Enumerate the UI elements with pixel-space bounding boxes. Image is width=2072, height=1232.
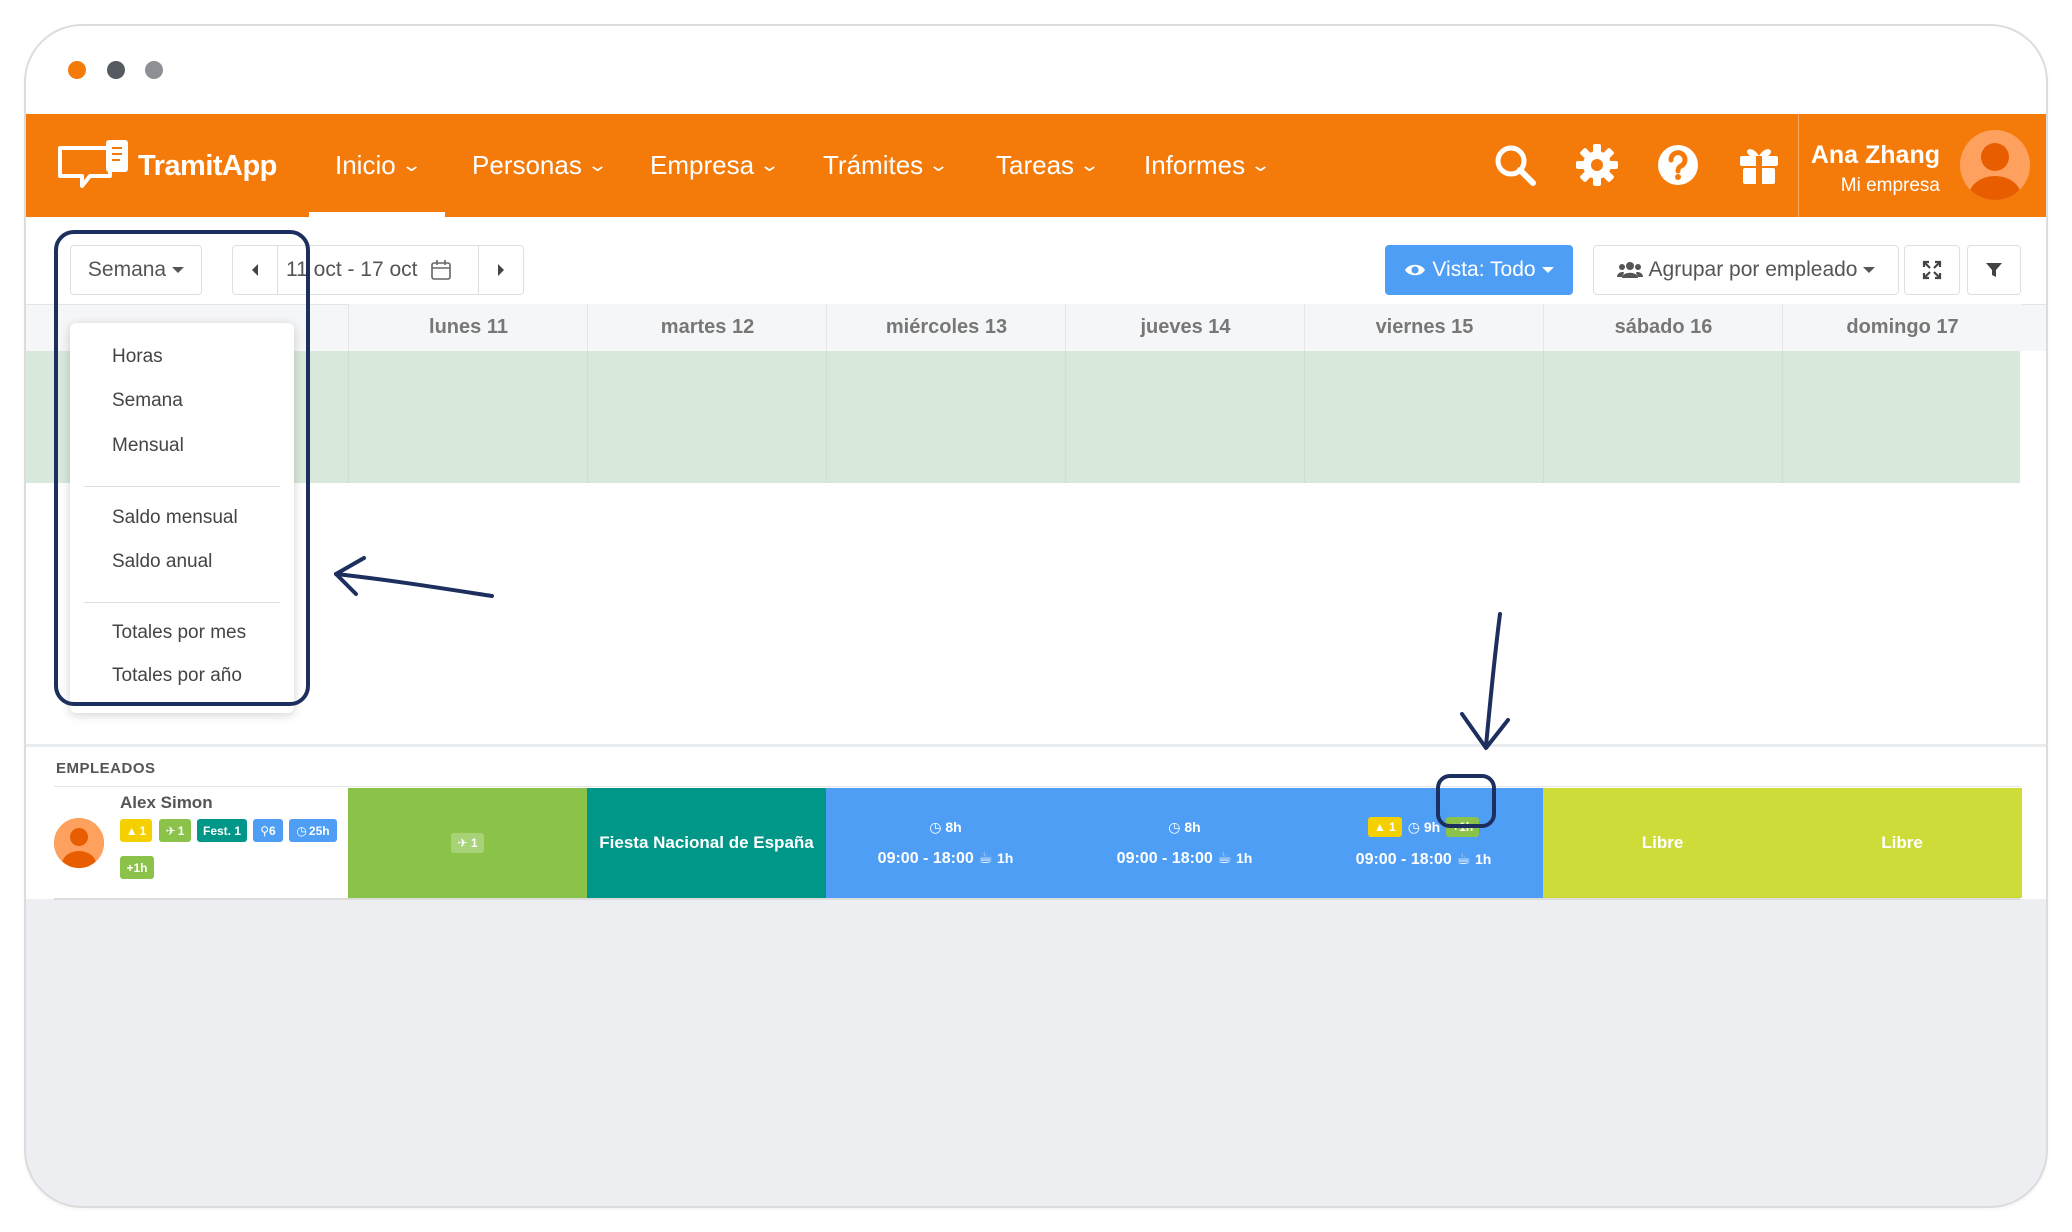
arrow-left-line <box>334 572 494 598</box>
highlight-box <box>54 230 310 706</box>
annotation-layer <box>54 230 1510 828</box>
highlight-circle <box>1436 774 1496 828</box>
arrow-down-line <box>1484 612 1502 748</box>
